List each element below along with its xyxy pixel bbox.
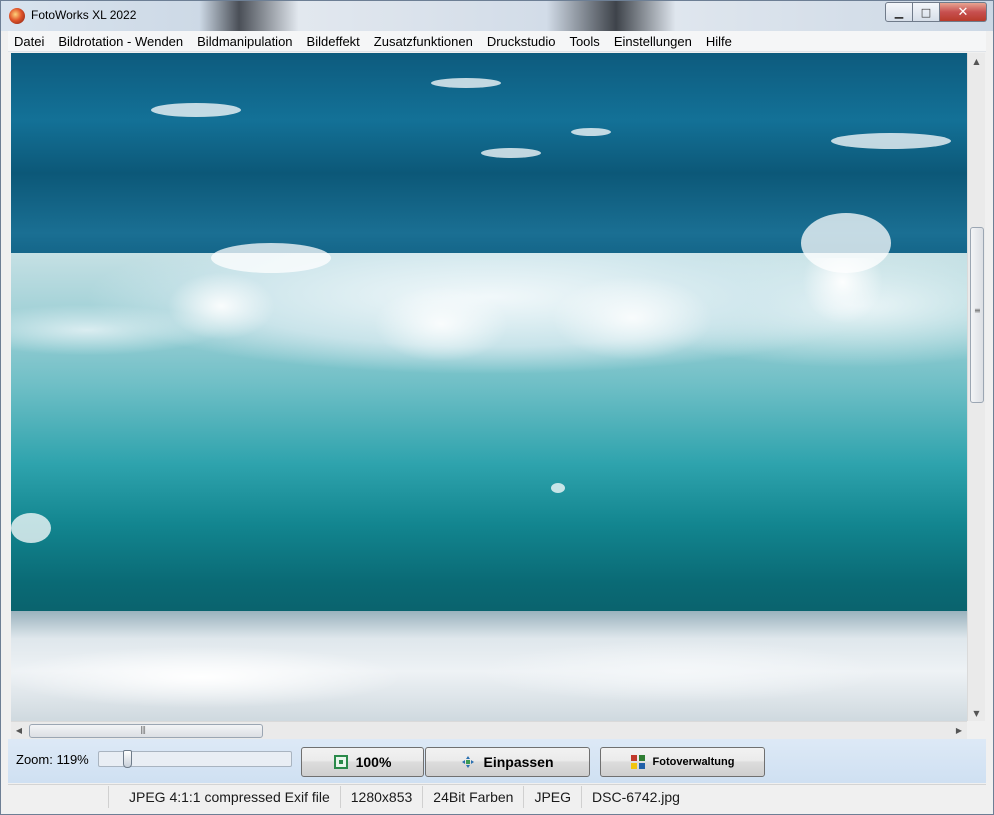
horizontal-scrollbar[interactable]: ◀ ||| ▶ — [11, 721, 967, 739]
scroll-up-arrow-icon[interactable]: ▲ — [968, 53, 985, 69]
scroll-right-arrow-icon[interactable]: ▶ — [951, 722, 967, 739]
photo-manager-label: Fotoverwaltung — [652, 756, 735, 768]
status-dimensions: 1280x853 — [341, 786, 424, 808]
zoom-slider-thumb[interactable] — [123, 750, 132, 768]
menu-bildeffekt[interactable]: Bildeffekt — [300, 34, 367, 49]
image-sparkle — [151, 103, 241, 117]
scroll-left-arrow-icon[interactable]: ◀ — [11, 722, 27, 739]
title-bar[interactable]: FotoWorks XL 2022 ▁ □ ✕ — [1, 1, 993, 31]
image-sparkle — [551, 483, 565, 493]
maximize-button[interactable]: □ — [913, 2, 940, 22]
vertical-scrollbar[interactable]: ▲ ≡ ▼ — [967, 53, 985, 721]
app-window: FotoWorks XL 2022 ▁ □ ✕ Datei Bildrotati… — [0, 0, 994, 815]
image-sparkle — [831, 133, 951, 149]
image-wave-crest — [11, 258, 967, 378]
fit-to-window-button[interactable]: Einpassen — [425, 747, 590, 777]
status-bar: JPEG 4:1:1 compressed Exif file 1280x853… — [8, 784, 986, 809]
status-colors: 24Bit Farben — [423, 786, 525, 808]
zoom-100-label: 100% — [355, 754, 392, 770]
menu-hilfe[interactable]: Hilfe — [699, 34, 739, 49]
image-sparkle — [571, 128, 611, 136]
grip-icon: ||| — [140, 725, 146, 734]
status-filename: DSC-6742.jpg — [592, 789, 680, 805]
grip-icon: ≡ — [974, 306, 981, 315]
fit-to-window-label: Einpassen — [483, 754, 554, 770]
status-type: JPEG — [524, 786, 583, 808]
vertical-scroll-thumb[interactable]: ≡ — [970, 227, 984, 403]
photo-manager-icon — [630, 755, 645, 769]
image-sparkle — [11, 513, 51, 543]
menu-druckstudio[interactable]: Druckstudio — [480, 34, 563, 49]
zoom-label: Zoom: 119% — [16, 752, 89, 767]
minimize-button[interactable]: ▁ — [885, 2, 913, 22]
menu-bildmanipulation[interactable]: Bildmanipulation — [190, 34, 299, 49]
image-sparkle — [431, 78, 501, 88]
close-button[interactable]: ✕ — [940, 2, 987, 22]
app-icon[interactable] — [9, 8, 25, 24]
window-controls: ▁ □ ✕ — [885, 2, 987, 22]
status-panel-empty — [8, 786, 109, 808]
window-title: FotoWorks XL 2022 — [31, 8, 137, 22]
bottom-toolbar: Zoom: 119% 100% Einpassen Fotoverwaltung — [8, 739, 986, 783]
image-sparkle — [481, 148, 541, 158]
image-foam — [11, 611, 967, 721]
menu-bildrotation[interactable]: Bildrotation - Wenden — [51, 34, 190, 49]
horizontal-scroll-thumb[interactable]: ||| — [29, 724, 263, 738]
scroll-down-arrow-icon[interactable]: ▼ — [968, 705, 985, 721]
image-sparkle — [801, 213, 891, 273]
actual-size-icon — [333, 755, 348, 769]
menu-einstellungen[interactable]: Einstellungen — [607, 34, 699, 49]
photo-manager-button[interactable]: Fotoverwaltung — [600, 747, 765, 777]
zoom-100-button[interactable]: 100% — [301, 747, 424, 777]
menu-zusatzfunktionen[interactable]: Zusatzfunktionen — [367, 34, 480, 49]
image-sparkle — [211, 243, 331, 273]
fit-arrows-icon — [461, 755, 475, 769]
menu-datei[interactable]: Datei — [8, 34, 51, 49]
menu-bar: Datei Bildrotation - Wenden Bildmanipula… — [8, 31, 986, 52]
image-viewport[interactable] — [11, 53, 967, 721]
menu-tools[interactable]: Tools — [562, 34, 606, 49]
status-format: JPEG 4:1:1 compressed Exif file — [109, 786, 341, 808]
zoom-slider[interactable] — [98, 750, 292, 768]
